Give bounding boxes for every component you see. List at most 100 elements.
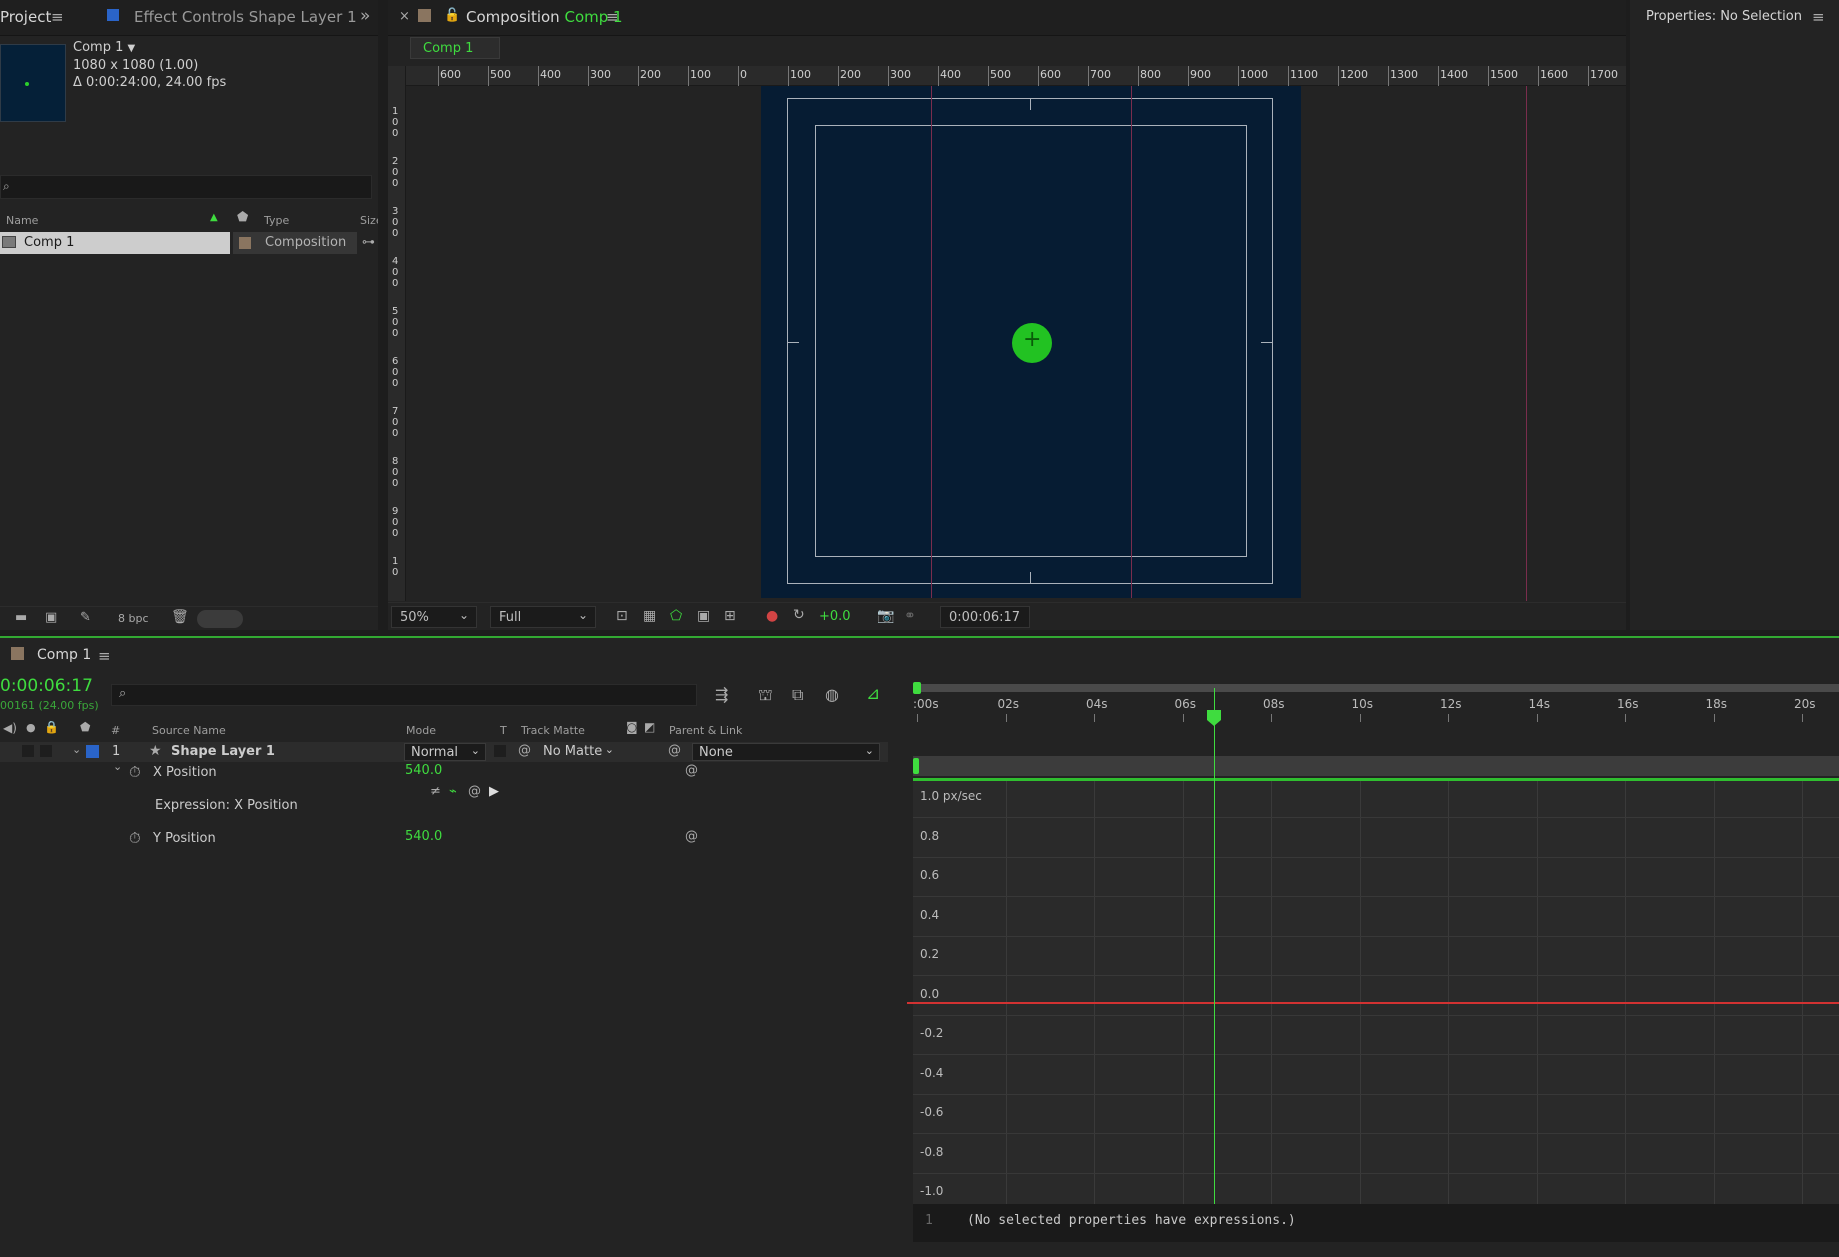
solo-icon[interactable]: ●: [26, 721, 36, 734]
panel-overflow-icon[interactable]: »: [360, 6, 370, 26]
stopwatch-icon[interactable]: ⏱: [129, 829, 141, 847]
properties-menu-icon[interactable]: ≡: [1812, 8, 1825, 26]
region-of-interest-icon[interactable]: ▣: [697, 608, 710, 624]
expression-editor[interactable]: 1 (No selected properties have expressio…: [913, 1204, 1839, 1242]
show-snapshot-icon[interactable]: ⚭: [904, 608, 916, 624]
col-track-matte[interactable]: Track Matte: [521, 724, 585, 737]
zoom-dropdown[interactable]: 50% ⌄: [391, 606, 477, 628]
layer-label-swatch[interactable]: [86, 745, 99, 758]
grid-guides-icon[interactable]: ⊞: [724, 608, 736, 624]
frame-blending-icon[interactable]: ⧉: [792, 685, 803, 705]
lock-icon[interactable]: 🔓: [444, 8, 460, 23]
expression-pickwhip-icon[interactable]: @: [468, 784, 481, 799]
chevron-down-icon[interactable]: ⌄: [72, 743, 81, 756]
col-t[interactable]: T: [500, 724, 507, 737]
tab-project[interactable]: Project: [0, 8, 51, 26]
comp-flow-chip[interactable]: Comp 1: [410, 37, 500, 59]
expression-enable-icon[interactable]: ≠: [430, 784, 441, 799]
project-item-comp1[interactable]: Comp 1: [0, 232, 230, 254]
thumbnail-slider[interactable]: [197, 610, 243, 628]
channel-icon[interactable]: ●: [766, 608, 778, 624]
guide-line[interactable]: [1131, 86, 1132, 598]
timeline-search-input[interactable]: ⌕: [111, 684, 697, 706]
x-position-value[interactable]: 540.0: [405, 763, 442, 778]
delete-icon[interactable]: 🗑: [171, 609, 189, 625]
expr-text[interactable]: (No selected properties have expressions…: [967, 1213, 1296, 1228]
project-menu-icon[interactable]: ≡: [51, 8, 64, 26]
sort-ascending-icon[interactable]: ▲: [210, 212, 218, 223]
label-tag-icon[interactable]: ⬟: [80, 720, 90, 734]
new-comp-icon[interactable]: ▣: [45, 610, 57, 625]
parent-dropdown[interactable]: None ⌄: [692, 743, 880, 761]
expression-language-menu-icon[interactable]: ▶: [489, 784, 499, 799]
pickwhip-icon[interactable]: @: [685, 829, 698, 844]
comp-name-dropdown[interactable]: Comp 1 ▼: [73, 40, 135, 55]
parent-pickwhip-icon[interactable]: @: [668, 743, 681, 758]
flowchart-icon[interactable]: ⊶: [362, 235, 375, 250]
bpc-label[interactable]: 8 bpc: [118, 612, 149, 625]
expression-graph-icon[interactable]: ⌁: [449, 784, 457, 799]
graph-editor-icon[interactable]: ⊿: [866, 684, 880, 704]
exposure-value[interactable]: +0.0: [819, 609, 851, 624]
close-icon[interactable]: ×: [399, 9, 410, 24]
comp-canvas[interactable]: +: [406, 86, 1626, 601]
navigator-start-handle[interactable]: [913, 682, 921, 694]
col-mode[interactable]: Mode: [406, 724, 436, 737]
tab-composition[interactable]: Composition Comp 1: [466, 8, 623, 26]
label-tag-icon[interactable]: ⬟: [237, 210, 248, 225]
horizontal-ruler[interactable]: 600 500 400 300 200 100 0 100 200 300 400 500 600 700…: [388, 66, 1626, 86]
interpret-footage-icon[interactable]: ✎: [80, 610, 91, 625]
col-type[interactable]: Type: [264, 214, 289, 227]
track-matte-dropdown[interactable]: No Matte ⌄: [537, 743, 619, 761]
blend-mode-dropdown[interactable]: Normal ⌄: [404, 743, 486, 761]
work-area-start-handle[interactable]: [913, 758, 919, 774]
fast-preview-icon[interactable]: ⊡: [616, 608, 628, 624]
shape-layer-dot[interactable]: +: [1012, 323, 1052, 363]
tab-effect-controls[interactable]: Effect Controls Shape Layer 1: [134, 8, 357, 26]
mask-visibility-icon[interactable]: ⬠: [670, 608, 682, 624]
vertical-ruler[interactable]: 100 200 300 400 500 600 700 800 900 10: [388, 66, 406, 601]
pickwhip-icon[interactable]: @: [685, 763, 698, 778]
graph-editor[interactable]: :00s 02s 04s 06s 08s 10s 12s 14s 16s 18s 20s 1.0 p…: [907, 680, 1839, 1240]
guide-line[interactable]: [1526, 86, 1527, 601]
transparency-grid-icon[interactable]: ▦: [643, 608, 656, 624]
invert-matte-icon[interactable]: ◩: [644, 720, 655, 734]
col-parent-link[interactable]: Parent & Link: [669, 724, 742, 737]
video-switch[interactable]: [22, 745, 34, 757]
time-navigator[interactable]: [913, 684, 1839, 692]
current-time-display[interactable]: 0:00:06:17: [940, 606, 1030, 628]
new-folder-icon[interactable]: ▬: [15, 610, 27, 625]
current-time-indicator[interactable]: [1213, 688, 1215, 1233]
graph-grid[interactable]: 1.0 px/sec 0.8 0.6 0.4 0.2 0.0 -0.2 -0.4 -0.6 -0.…: [907, 781, 1839, 1231]
timeline-tab[interactable]: Comp 1: [37, 647, 91, 663]
project-search-input[interactable]: ⌕: [0, 175, 372, 199]
reset-exposure-icon[interactable]: ↻: [793, 607, 805, 623]
lock-icon[interactable]: 🔒: [44, 720, 59, 734]
comp-flowchart-icon[interactable]: ⇶: [715, 685, 728, 704]
chevron-down-icon[interactable]: ⌄: [113, 760, 122, 773]
resolution-dropdown[interactable]: Full ⌄: [490, 606, 596, 628]
timeline-menu-icon[interactable]: ≡: [98, 647, 111, 665]
layer-row[interactable]: ⌄ 1 ★ Shape Layer 1 Normal ⌄ @ No Matte ⌄ …: [0, 742, 888, 762]
time-ruler[interactable]: :00s 02s 04s 06s 08s 10s 12s 14s 16s 18s 20s: [913, 680, 1839, 724]
preserve-transparency-toggle[interactable]: [494, 745, 506, 757]
snapshot-icon[interactable]: 📷: [877, 608, 894, 624]
motion-blur-icon[interactable]: ◍: [825, 685, 839, 704]
col-name[interactable]: Name: [6, 214, 38, 227]
solo-switch[interactable]: [40, 745, 52, 757]
draft-3d-icon[interactable]: ⛫: [758, 685, 773, 706]
stopwatch-icon[interactable]: ⏱: [129, 763, 141, 781]
matte-icon[interactable]: ◙: [626, 720, 638, 734]
work-area-bar[interactable]: [913, 756, 1839, 776]
matte-pickwhip-icon[interactable]: @: [518, 743, 531, 758]
y-position-value[interactable]: 540.0: [405, 829, 442, 844]
timeline-current-time[interactable]: 0:00:06:17: [0, 676, 93, 696]
audio-video-icon[interactable]: ◀): [3, 721, 17, 735]
composition-frame[interactable]: +: [761, 86, 1301, 598]
col-source-name[interactable]: Source Name: [152, 724, 226, 737]
guide-line[interactable]: [931, 86, 932, 598]
comp-menu-icon[interactable]: ≡: [606, 8, 619, 26]
layer-name[interactable]: Shape Layer 1: [171, 744, 275, 759]
col-size[interactable]: Size: [360, 214, 378, 227]
ruler-label: 500: [490, 68, 511, 81]
